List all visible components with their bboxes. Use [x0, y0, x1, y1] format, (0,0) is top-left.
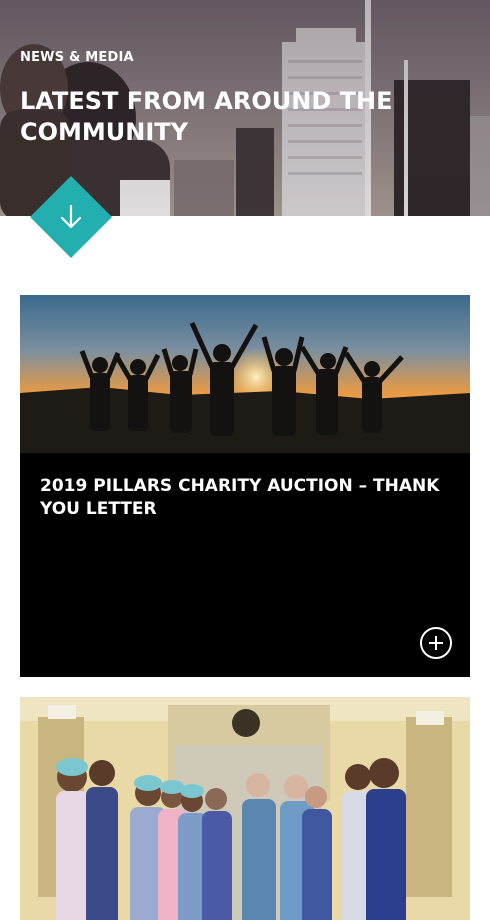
scroll-down-button[interactable]: [29, 175, 113, 259]
plus-circle-icon[interactable]: [420, 627, 452, 659]
section-eyebrow: NEWS & MEDIA: [20, 50, 134, 65]
page-title: LATEST FROM AROUND THE COMMUNITY: [20, 87, 393, 146]
arrow-down-icon: [60, 204, 82, 229]
article-image: [20, 697, 470, 920]
article-card[interactable]: 2019 PILLARS CHARITY AUCTION – THANK YOU…: [20, 295, 470, 677]
article-image: [20, 295, 470, 453]
article-card[interactable]: [20, 697, 470, 920]
article-title[interactable]: 2019 PILLARS CHARITY AUCTION – THANK YOU…: [40, 475, 455, 521]
